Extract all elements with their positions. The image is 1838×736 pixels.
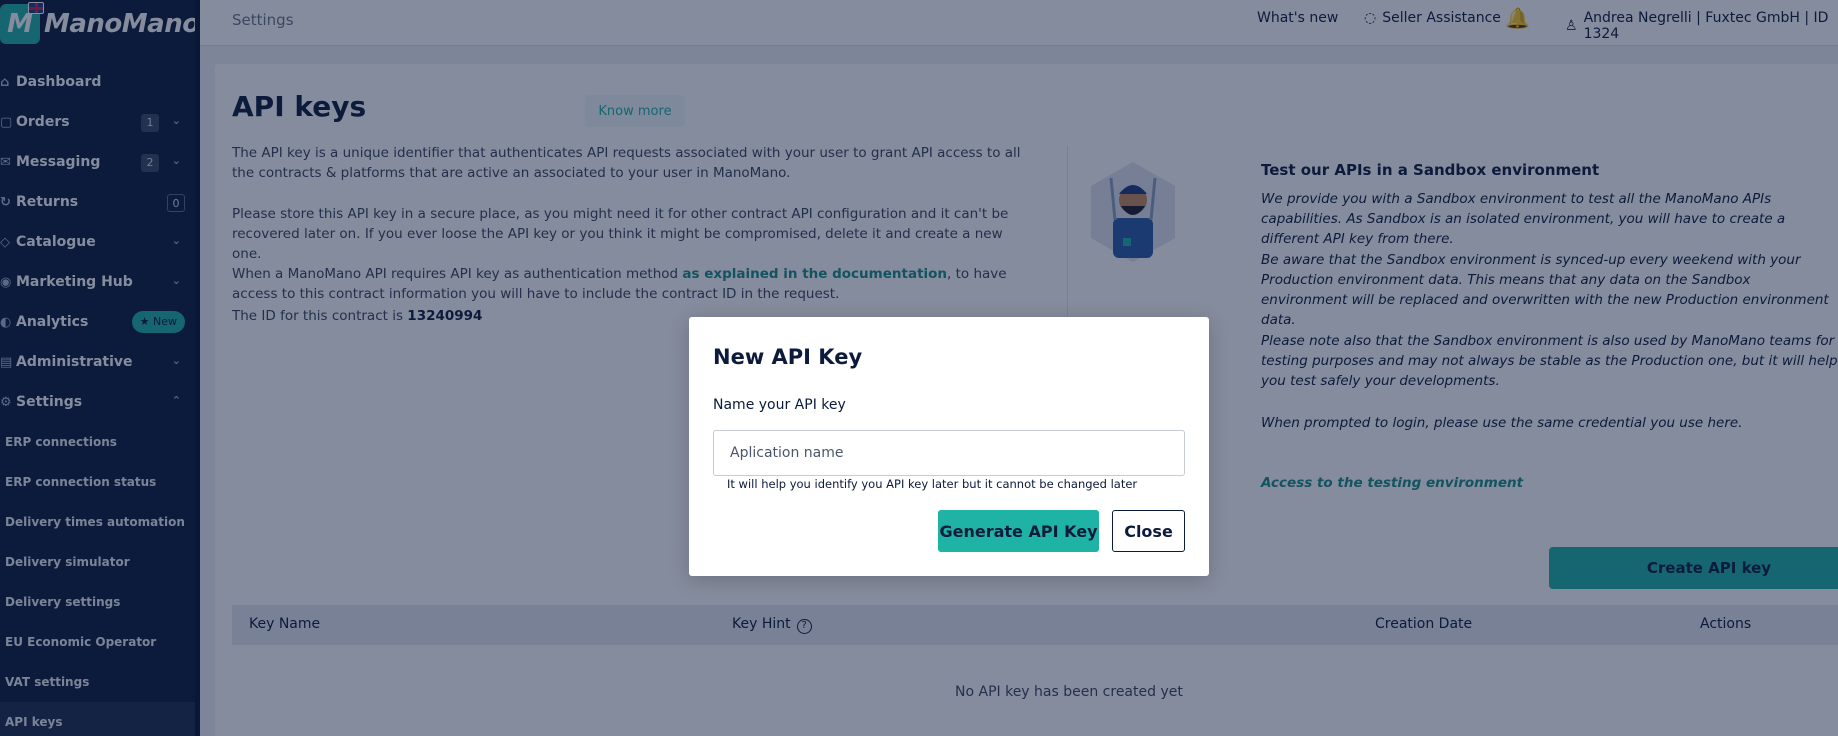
dialog-title: New API Key	[713, 345, 863, 369]
generate-api-key-button[interactable]: Generate API Key	[938, 510, 1099, 552]
api-key-name-label: Name your API key	[713, 397, 846, 413]
api-key-name-input[interactable]	[713, 430, 1185, 476]
api-key-name-help: It will help you identify you API key la…	[727, 477, 1138, 491]
new-api-key-dialog: New API Key Name your API key It will he…	[689, 317, 1209, 576]
close-button[interactable]: Close	[1112, 510, 1185, 552]
